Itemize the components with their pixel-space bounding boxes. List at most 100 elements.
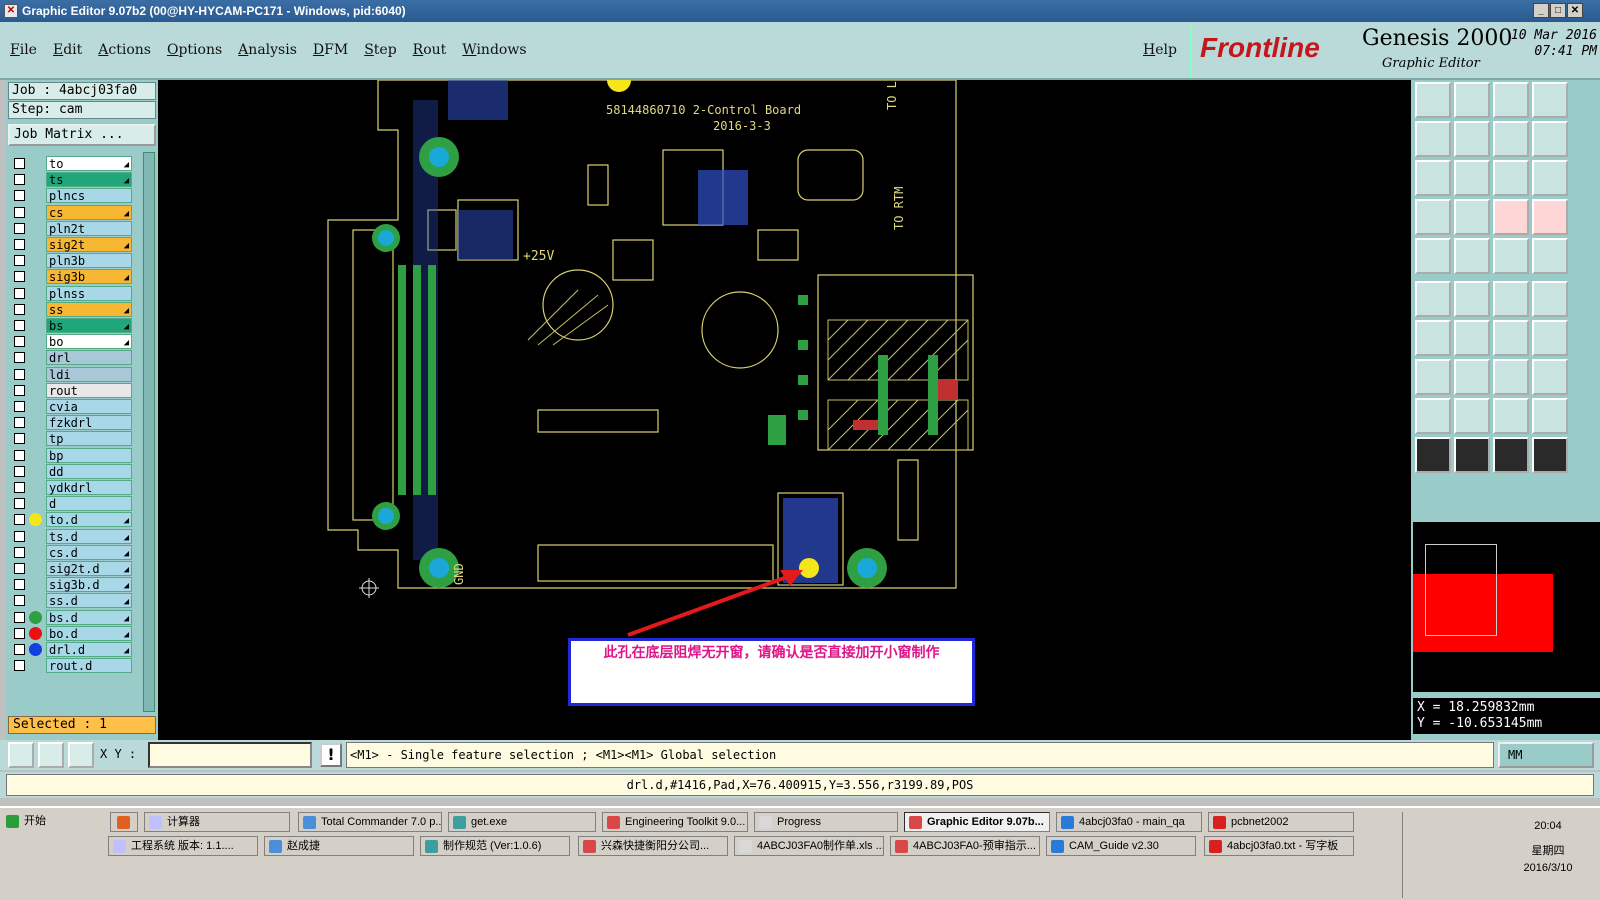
menu-analysis[interactable]: Analysis (238, 42, 297, 58)
layer-name[interactable]: to.d ◢ (46, 512, 132, 528)
layer-row-sig2t[interactable]: sig2t ◢ (10, 237, 140, 252)
taskbar-button-row1-0[interactable]: 计算器 (144, 812, 290, 832)
layer-checkbox[interactable] (14, 287, 25, 299)
triangle-d-icon[interactable] (1532, 398, 1568, 434)
layer-checkbox[interactable] (14, 401, 25, 412)
layer-b-icon[interactable] (1532, 199, 1568, 235)
layer-checkbox[interactable] (14, 595, 25, 607)
taskbar-button-row1-4[interactable]: Progress (754, 812, 898, 832)
taskbar-button-row2-6[interactable]: CAM_Guide v2.30 (1046, 836, 1196, 856)
layer-name[interactable]: to ◢ (46, 156, 132, 171)
taskbar-button-row2-5[interactable]: 4ABCJ03FA0-预审指示... (890, 836, 1040, 856)
layer-checkbox[interactable] (14, 530, 25, 542)
layer-checkbox[interactable] (14, 433, 25, 445)
layer-checkbox[interactable] (14, 271, 25, 283)
layer-row-cvia[interactable]: cvia (10, 399, 140, 414)
info-icon[interactable]: ! (320, 743, 342, 767)
menu-windows[interactable]: Windows (462, 42, 526, 58)
layer-name[interactable]: fzkdrl (46, 415, 132, 431)
layer-row-ldi[interactable]: ldi (10, 366, 140, 382)
layer-checkbox[interactable] (14, 222, 25, 234)
layer-row-ts-d[interactable]: ts.d ◢ (10, 528, 140, 544)
layer-name[interactable]: dd (46, 463, 132, 479)
layer-row-bs[interactable]: bs ◢ (10, 318, 140, 333)
layer-name[interactable]: ldi (46, 366, 132, 382)
layer-name[interactable]: drl.d ◢ (46, 642, 132, 657)
job-matrix-button[interactable]: Job Matrix ... (8, 124, 156, 146)
open-step-icon[interactable] (1415, 82, 1451, 118)
layer-row-sig3b-d[interactable]: sig3b.d ◢ (10, 577, 140, 593)
taskbar-button-row1-7[interactable]: pcbnet2002 (1208, 812, 1354, 832)
taskbar-button-row2-3[interactable]: 兴森快捷衡阳分公司... (578, 836, 728, 856)
units-select[interactable]: MM (1498, 742, 1594, 768)
layer-name[interactable]: bp (46, 447, 132, 463)
layer-row-to-d[interactable]: to.d ◢ (10, 512, 140, 528)
layer-name[interactable]: pln3b (46, 253, 132, 269)
taskbar-button-row2-1[interactable]: 赵成捷 (264, 836, 414, 856)
layer-checkbox[interactable] (14, 352, 25, 364)
minimap[interactable] (1413, 522, 1600, 692)
xy-input[interactable] (148, 742, 312, 768)
layer-checkbox[interactable] (14, 660, 25, 672)
layer-row-ts[interactable]: ts ◢ (10, 172, 140, 188)
layer-name[interactable]: sig2t ◢ (46, 237, 132, 252)
copy-icon[interactable] (1532, 281, 1568, 317)
layer-checkbox[interactable] (14, 563, 25, 574)
measure-tool-icon[interactable] (38, 742, 64, 768)
layer-row-plnss[interactable]: plnss (10, 285, 140, 301)
layer-name[interactable]: ts.d ◢ (46, 528, 132, 544)
minus-icon[interactable] (1454, 359, 1490, 395)
layer-name[interactable]: d (46, 496, 132, 512)
layer-checkbox[interactable] (14, 482, 25, 493)
add-line-icon[interactable] (1454, 238, 1490, 274)
taskbar-button-row2-2[interactable]: 制作规范 (Ver:1.0.6) (420, 836, 570, 856)
layer-name[interactable]: cvia (46, 399, 132, 414)
menu-help[interactable]: Help (1143, 42, 1177, 58)
layer-name[interactable]: plncs (46, 188, 132, 204)
minimap-viewport[interactable] (1425, 544, 1497, 636)
layer-name[interactable]: pln2t (46, 220, 132, 236)
layer-checkbox[interactable] (14, 546, 25, 558)
start-button[interactable]: 开始 (2, 812, 98, 832)
menu-rout[interactable]: Rout (413, 42, 447, 58)
layer-row-ss[interactable]: ss ◢ (10, 301, 140, 317)
menu-step[interactable]: Step (364, 42, 396, 58)
layer-name[interactable]: bo.d ◢ (46, 625, 132, 641)
layer-a-icon[interactable] (1493, 199, 1529, 235)
maximize-icon[interactable]: □ (1550, 3, 1566, 18)
graphic-canvas[interactable]: 58144860710 2-Control Board 2016-3-3 +25… (158, 68, 1411, 740)
layer-checkbox[interactable] (14, 320, 25, 331)
home-icon[interactable] (1493, 82, 1529, 118)
layer-row-rout-d[interactable]: rout.d (10, 658, 140, 674)
layer-row-cs-d[interactable]: cs.d ◢ (10, 544, 140, 560)
layer-row-bo-d[interactable]: bo.d ◢ (10, 625, 140, 641)
layer-checkbox[interactable] (14, 368, 25, 380)
slash-icon[interactable] (1454, 320, 1490, 356)
resize-icon[interactable] (1493, 359, 1529, 395)
help-icon[interactable] (1532, 160, 1568, 196)
triangle-a-icon[interactable] (1415, 398, 1451, 434)
grid-tool-icon[interactable] (68, 742, 94, 768)
taskbar-button-row2-7[interactable]: 4abcj03fa0.txt - 写字板 (1204, 836, 1354, 856)
move-icon[interactable] (1493, 281, 1529, 317)
triangle-b-icon[interactable] (1454, 398, 1490, 434)
layer-row-to[interactable]: to ◢ (10, 156, 140, 171)
layer-checkbox[interactable] (14, 498, 25, 510)
layer-row-rout[interactable]: rout (10, 382, 140, 398)
layer-name[interactable]: cs.d ◢ (46, 544, 132, 560)
layer-row-bp[interactable]: bp (10, 447, 140, 463)
circle-icon[interactable] (1532, 238, 1568, 274)
minimize-icon[interactable]: _ (1533, 3, 1549, 18)
layer-name[interactable]: bs ◢ (46, 318, 132, 333)
panel-icon[interactable] (1532, 121, 1568, 157)
layer-checkbox[interactable] (14, 336, 25, 348)
layer-name[interactable]: ts ◢ (46, 172, 132, 188)
layer-checkbox[interactable] (14, 644, 25, 655)
delete-icon[interactable] (1454, 281, 1490, 317)
layer-row-ss-d[interactable]: ss.d ◢ (10, 593, 140, 609)
layer-name[interactable]: bs.d ◢ (46, 609, 132, 625)
layer-checkbox[interactable] (14, 449, 25, 461)
menu-dfm[interactable]: DFM (313, 42, 348, 58)
layer-name[interactable]: sig3b.d ◢ (46, 577, 132, 593)
layer-name[interactable]: rout (46, 382, 132, 398)
